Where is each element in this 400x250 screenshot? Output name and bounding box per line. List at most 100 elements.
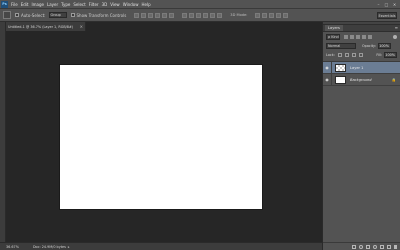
divider [331,73,332,86]
menu-layer[interactable]: Layer [47,2,58,7]
menu-image[interactable]: Image [31,2,44,7]
visibility-eye-icon[interactable]: ◉ [323,65,331,70]
filter-kind-dropdown[interactable]: ρ Kind [326,33,340,40]
menu-bar: Ps File Edit Image Layer Type Select Fil… [0,0,400,9]
zoom-level-field[interactable]: 36.67% [6,245,19,249]
filter-smart-object-icon[interactable] [368,34,372,39]
layers-panel: Layers ≡ ρ Kind Normal Opacity: 100% Loc… [323,22,400,250]
new-group-icon[interactable] [380,244,384,249]
align-right-icon[interactable] [169,12,175,18]
fill-label: Fill: [376,52,382,57]
close-tab-icon[interactable]: × [80,24,83,29]
3d-drag-icon[interactable] [269,12,275,18]
opacity-field[interactable]: 100% [377,42,391,49]
distribute-left-icon[interactable] [203,12,209,18]
divider [331,61,332,74]
layers-panel-tabbar: Layers ≡ [323,25,400,32]
lock-label: Lock: [326,52,335,57]
lock-all-icon[interactable] [358,52,363,57]
menu-edit[interactable]: Edit [21,2,29,7]
3d-slide-icon[interactable] [276,12,282,18]
layer-thumbnail [335,63,346,72]
3d-roll-icon[interactable] [262,12,268,18]
workspace-switcher[interactable]: Essentials [377,11,397,19]
menu-type[interactable]: Type [61,2,70,7]
layer-thumbnail [335,75,346,84]
3d-mode-buttons [255,12,289,18]
layer-list: ◉ Layer 1 ◉ Background 🔒 [323,61,400,86]
distribute-right-icon[interactable] [217,12,223,18]
add-mask-icon[interactable] [366,244,370,249]
distribute-top-icon[interactable] [182,12,188,18]
filter-type-icon[interactable] [356,34,360,39]
align-top-icon[interactable] [134,12,140,18]
lock-fill-row: Lock: Fill: 100% [323,50,400,59]
status-bar: 36.67% Doc: 24.9M/0 bytes ▸ [0,242,322,250]
show-transform-controls-label: Show Transform Controls [76,12,127,18]
auto-select-label: Auto-Select: [21,12,46,18]
layer-lock-icon: 🔒 [391,77,396,82]
distribute-buttons [182,12,223,18]
move-tool-preset-icon[interactable] [3,11,11,19]
3d-rotate-icon[interactable] [255,12,261,18]
filter-adjustment-icon[interactable] [350,34,354,39]
distribute-center-icon[interactable] [189,12,195,18]
align-horizontal-center-icon[interactable] [162,12,168,18]
distribute-hcenter-icon[interactable] [210,12,216,18]
status-menu-arrow-icon[interactable]: ▸ [68,245,70,249]
visibility-eye-icon[interactable]: ◉ [323,77,331,82]
filter-shape-icon[interactable] [362,34,366,39]
layer-style-icon[interactable] [359,244,363,249]
lock-transparent-icon[interactable] [337,52,342,57]
minimize-icon[interactable]: – [376,2,381,7]
menu-window[interactable]: Window [123,2,139,7]
lock-image-icon[interactable] [344,52,349,57]
align-buttons [134,12,175,18]
menu-select[interactable]: Select [73,2,85,7]
auto-select-checkbox[interactable]: Auto-Select: [15,13,46,18]
checkbox-icon[interactable] [70,13,75,17]
align-left-icon[interactable] [155,12,161,18]
menu-file[interactable]: File [11,2,18,7]
menu-view[interactable]: View [110,2,120,7]
3d-scale-icon[interactable] [283,12,289,18]
tab-layers[interactable]: Layers [325,25,343,31]
photoshop-logo-icon: Ps [1,0,8,8]
filter-pixel-icon[interactable] [344,34,348,39]
lock-icons [337,52,363,57]
distribute-bottom-icon[interactable] [196,12,202,18]
delete-layer-icon[interactable] [394,244,397,249]
show-transform-controls-checkbox[interactable]: Show Transform Controls [70,12,127,18]
link-layers-icon[interactable] [352,244,356,249]
layer-filter-row: ρ Kind [323,32,400,41]
layer-name[interactable]: Background [350,78,372,82]
window-controls: – □ ✕ [376,2,397,7]
menu-help[interactable]: Help [141,2,150,7]
blend-mode-dropdown[interactable]: Normal [326,42,356,49]
filter-icons [344,34,372,39]
layer-row[interactable]: ◉ Background 🔒 [323,73,400,86]
panel-menu-icon[interactable]: ≡ [395,25,398,31]
fill-field[interactable]: 100% [384,51,397,58]
checkbox-icon[interactable] [15,13,19,17]
menu-filter[interactable]: Filter [89,2,99,7]
blend-opacity-row: Normal Opacity: 100% [323,41,400,50]
adjustment-layer-icon[interactable] [373,244,377,249]
opacity-label: Opacity: [362,43,376,48]
align-bottom-icon[interactable] [148,12,154,18]
filter-toggle-icon[interactable] [393,34,397,39]
document-canvas[interactable] [60,65,262,209]
layer-name[interactable]: Layer 1 [350,66,363,70]
document-info: Doc: 24.9M/0 bytes [32,244,66,249]
layer-row[interactable]: ◉ Layer 1 [323,61,400,74]
menu-3d[interactable]: 3D [102,2,108,7]
align-vertical-center-icon[interactable] [141,12,147,18]
close-window-icon[interactable]: ✕ [392,2,397,7]
lock-position-icon[interactable] [351,52,356,57]
layers-panel-footer [323,242,400,250]
maximize-icon[interactable]: □ [384,2,389,7]
auto-select-dropdown[interactable]: Group [48,12,67,18]
document-tab[interactable]: Untitled-1 @ 36.7% (Layer 1, RGB/8#) × [6,22,86,31]
new-layer-icon[interactable] [387,244,391,249]
options-bar: Auto-Select: Group Show Transform Contro… [0,9,400,22]
